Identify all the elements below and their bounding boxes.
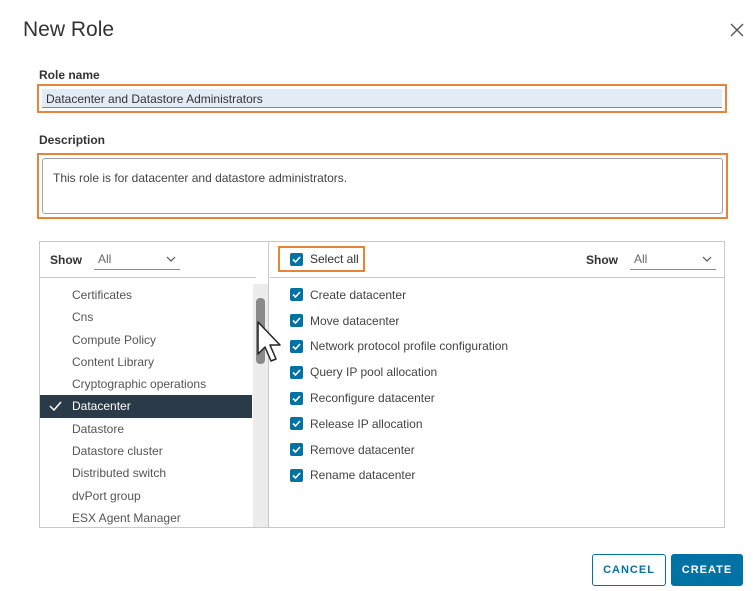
privilege-label: Remove datacenter — [310, 442, 415, 457]
checkbox-checked-icon — [290, 314, 303, 328]
category-item[interactable]: Content Library — [40, 351, 252, 373]
category-item-label: ESX Agent Manager — [72, 510, 181, 525]
category-item[interactable]: Cryptographic operations — [40, 373, 252, 395]
category-item-label: Cns — [72, 310, 94, 325]
role-name-field[interactable]: Datacenter and Datastore Administrators — [37, 84, 727, 113]
privilege-show-label: Show — [586, 253, 618, 267]
description-value[interactable]: This role is for datacenter and datastor… — [42, 158, 723, 214]
checkbox-checked-icon — [290, 417, 303, 431]
category-filter-row: Show All — [50, 250, 180, 270]
category-item[interactable]: dvPort group — [40, 485, 252, 507]
privilege-label: Create datacenter — [310, 287, 407, 302]
privileges-panel: Show All Certificates Cns Compute Policy Co… — [39, 241, 725, 528]
description-label: Description — [39, 133, 106, 147]
cancel-button[interactable]: CANCEL — [592, 554, 666, 586]
checkbox-checked-icon — [290, 288, 303, 302]
category-item[interactable]: ESX Agent Manager — [40, 507, 252, 527]
category-list: Certificates Cns Compute Policy Content Lib… — [40, 284, 252, 527]
checkbox-checked-icon — [290, 468, 303, 482]
checkbox-checked-icon — [290, 252, 303, 266]
category-item-label: Datacenter — [72, 399, 131, 414]
privilege-divider — [270, 277, 725, 278]
category-item[interactable]: Distributed switch — [40, 462, 252, 484]
privilege-filter-value: All — [634, 252, 648, 266]
privilege-label: Reconfigure datacenter — [310, 391, 435, 406]
create-button[interactable]: CREATE — [671, 554, 743, 586]
category-pane: Show All Certificates Cns Compute Policy Co… — [40, 242, 269, 527]
privilege-checkbox[interactable]: Move datacenter — [290, 308, 508, 334]
privilege-checkbox[interactable]: Network protocol profile configuration — [290, 334, 508, 360]
category-item-label: Content Library — [72, 354, 155, 369]
privilege-checkbox[interactable]: Query IP pool allocation — [290, 359, 508, 385]
chevron-down-icon — [702, 256, 712, 262]
mouse-pointer-icon — [257, 321, 281, 362]
category-item[interactable]: Datastore — [40, 418, 252, 440]
checkbox-checked-icon — [290, 339, 303, 353]
category-item-label: dvPort group — [72, 488, 141, 503]
category-item-label: Cryptographic operations — [72, 377, 207, 392]
privilege-filter-select[interactable]: All — [630, 250, 716, 270]
privilege-label: Move datacenter — [310, 313, 400, 328]
category-filter-value: All — [98, 252, 112, 266]
category-filter-select[interactable]: All — [94, 250, 180, 270]
role-name-label: Role name — [39, 68, 100, 82]
privilege-checkbox[interactable]: Reconfigure datacenter — [290, 385, 508, 411]
category-item[interactable]: Compute Policy — [40, 329, 252, 351]
privilege-checkbox[interactable]: Release IP allocation — [290, 411, 508, 437]
checkbox-checked-icon — [290, 443, 303, 457]
description-field[interactable]: This role is for datacenter and datastor… — [37, 153, 728, 219]
privilege-label: Rename datacenter — [310, 468, 416, 483]
chevron-down-icon — [166, 256, 176, 262]
checkbox-checked-icon — [290, 391, 303, 405]
privilege-checkbox[interactable]: Create datacenter — [290, 282, 508, 308]
category-item-label: Compute Policy — [72, 332, 157, 347]
select-all-checkbox[interactable]: Select all — [278, 246, 365, 272]
checkmark-icon — [49, 401, 62, 412]
category-item-label: Certificates — [72, 288, 133, 302]
role-name-value[interactable]: Datacenter and Datastore Administrators — [42, 89, 722, 108]
select-all-label: Select all — [310, 252, 359, 266]
category-item[interactable]: Datacenter — [40, 395, 252, 418]
checkbox-checked-icon — [290, 365, 303, 379]
privilege-list: Create datacenter Move datacenter Network … — [290, 282, 508, 488]
category-show-label: Show — [50, 253, 82, 267]
category-item[interactable]: Cns — [40, 306, 252, 328]
privilege-label: Query IP pool allocation — [310, 365, 438, 380]
privilege-checkbox[interactable]: Rename datacenter — [290, 463, 508, 489]
privilege-label: Release IP allocation — [310, 416, 423, 431]
category-item-label: Datastore — [72, 421, 125, 436]
category-item[interactable]: Certificates — [40, 284, 252, 306]
privilege-label: Network protocol profile configuration — [310, 339, 509, 354]
dialog-title: New Role — [23, 18, 115, 41]
privilege-checkbox[interactable]: Remove datacenter — [290, 437, 508, 463]
privilege-filter-row: Show All — [586, 250, 716, 270]
category-item[interactable]: Datastore cluster — [40, 440, 252, 462]
category-divider — [40, 277, 256, 278]
category-item-label: Datastore cluster — [72, 444, 163, 459]
category-item-label: Distributed switch — [72, 466, 167, 481]
privilege-pane: Select all Show All Create datacenter Mov… — [270, 242, 725, 527]
close-icon[interactable] — [729, 22, 745, 38]
